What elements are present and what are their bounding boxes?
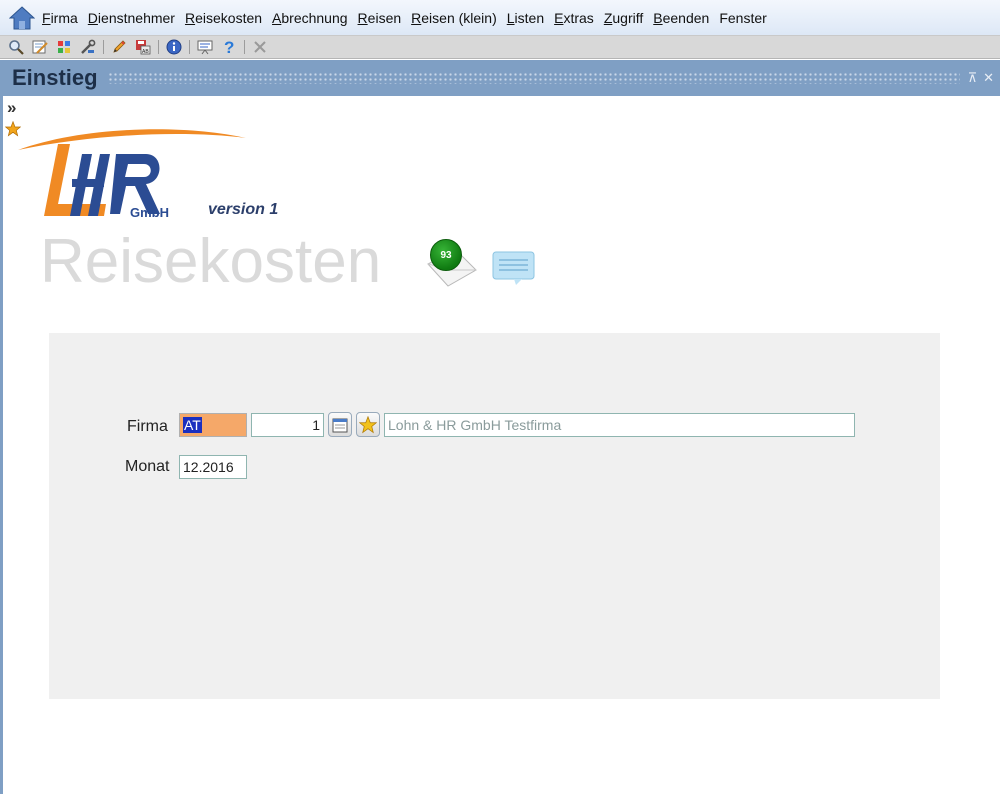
window-titlebar: Einstieg ⊼ ✕ [0, 60, 1000, 96]
menu-firma[interactable]: Firma [42, 10, 78, 26]
menu-reisen-klein[interactable]: Reisen (klein) [411, 10, 497, 26]
firma-code-value: AT [183, 417, 202, 433]
menu-zugriff[interactable]: Zugriff [604, 10, 643, 26]
star-icon [359, 415, 377, 433]
home-icon[interactable] [8, 4, 36, 32]
monat-input[interactable]: 12.2016 [179, 455, 247, 479]
menu-bar: Firma Dienstnehmer Reisekosten Abrechnun… [0, 0, 1000, 35]
menu-fenster[interactable]: Fenster [719, 10, 766, 26]
pin-icon[interactable]: ⊼ [968, 70, 978, 86]
toolbar-separator [244, 40, 245, 54]
menu-listen[interactable]: Listen [507, 10, 544, 26]
pencil-icon[interactable] [109, 37, 129, 57]
menu-reisekosten[interactable]: Reisekosten [185, 10, 262, 26]
window-title: Einstieg [12, 65, 98, 90]
expand-sidebar-icon[interactable]: » [7, 98, 16, 118]
menu-reisen[interactable]: Reisen [358, 10, 402, 26]
form-panel [49, 333, 940, 699]
toolbar-separator [158, 40, 159, 54]
firma-number-input[interactable]: 1 [251, 413, 324, 437]
logo-gmbh-text: GmbH [130, 205, 169, 220]
edit-form-icon[interactable] [30, 37, 50, 57]
help-icon[interactable]: ? [219, 37, 239, 57]
version-label: version 1 [208, 201, 279, 218]
firma-label: Firma [127, 418, 168, 435]
save-print-icon[interactable]: AB [133, 37, 153, 57]
toolbar-separator [189, 40, 190, 54]
favorite-button[interactable] [356, 412, 380, 437]
window-left-border [0, 96, 3, 794]
window-close-icon[interactable]: ✕ [983, 70, 994, 86]
calendar-icon [332, 418, 348, 432]
presentation-icon[interactable] [195, 37, 215, 57]
svg-text:AB: AB [142, 49, 149, 55]
toolbar-separator [103, 40, 104, 54]
calendar-button[interactable] [328, 412, 352, 437]
menu-abrechnung[interactable]: Abrechnung [272, 10, 348, 26]
close-icon[interactable] [250, 37, 270, 57]
monat-label: Monat [125, 458, 170, 475]
menu-extras[interactable]: Extras [554, 10, 594, 26]
tools-icon[interactable] [78, 37, 98, 57]
info-icon[interactable] [164, 37, 184, 57]
firma-code-input[interactable]: AT [179, 413, 247, 437]
titlebar-grip[interactable] [107, 72, 960, 84]
app-title: Reisekosten [40, 227, 382, 296]
svg-text:?: ? [224, 39, 234, 55]
toolbar: AB ? [0, 35, 1000, 59]
notification-count-badge[interactable]: 93 [430, 239, 462, 271]
menu-dienstnehmer[interactable]: Dienstnehmer [88, 10, 175, 26]
menu-beenden[interactable]: Beenden [653, 10, 709, 26]
firma-name-field: Lohn & HR GmbH Testfirma [384, 413, 855, 437]
search-icon[interactable] [6, 37, 26, 57]
grid-color-icon[interactable] [54, 37, 74, 57]
chat-message-icon[interactable] [492, 250, 536, 291]
